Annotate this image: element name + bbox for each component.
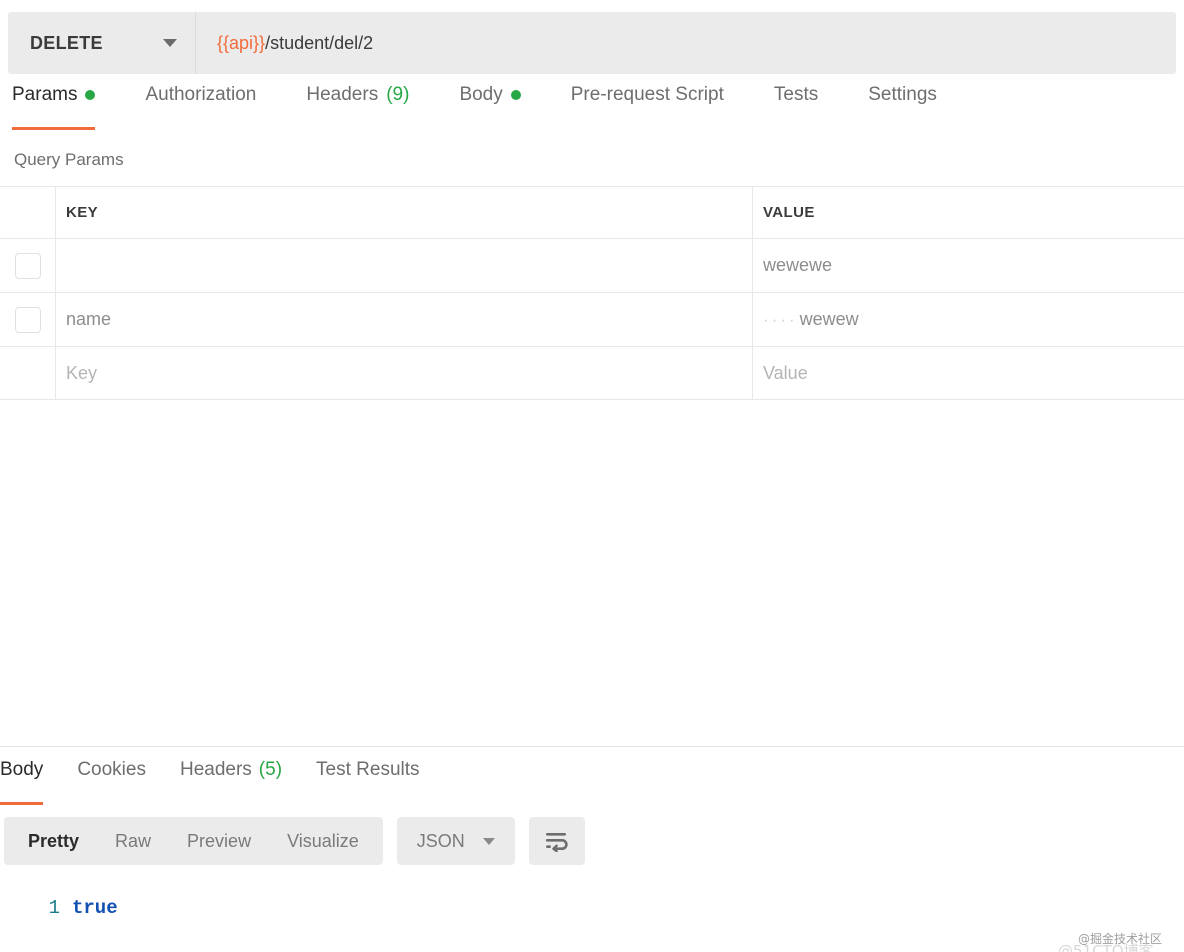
watermark-secondary: @51CTO博客 [1058,942,1154,952]
table-row: wewewe [0,238,1184,292]
watermark-primary: @掘金技术社区 [1078,932,1163,946]
response-tab-headers-count: (5) [258,759,283,780]
header-cell-checkbox [0,187,56,238]
header-cell-key: KEY [56,187,753,238]
tab-pre-request-script[interactable]: Pre-request Script [571,74,748,130]
leading-whitespace-marker: ···· [763,309,798,329]
response-language-dropdown[interactable]: JSON [396,817,515,865]
response-format-bar: Pretty Raw Preview Visualize JSON [0,805,1184,875]
line-number-gutter: 1 [48,897,60,919]
tab-pre-request-script-label: Pre-request Script [570,84,724,105]
response-tab-bar: Body Cookies Headers (5) Test Results [0,747,1184,805]
tab-params-label: Params [12,84,78,105]
row-value-text: wewewe [763,255,833,275]
response-tab-headers[interactable]: Headers (5) [180,747,282,805]
table-row: name ···· wewew [0,292,1184,346]
row-key-cell[interactable] [56,239,753,292]
row-checkbox-cell [0,239,56,292]
tab-body[interactable]: Body [459,74,544,130]
http-method-dropdown[interactable]: DELETE [8,12,196,74]
response-tab-test-results[interactable]: Test Results [316,747,419,805]
word-wrap-icon [545,833,568,852]
word-wrap-toggle[interactable] [528,817,585,865]
new-row-value-placeholder: Value [763,362,808,383]
tab-settings-label: Settings [868,84,937,105]
request-tab-bar: Params Authorization Headers (9) Body Pr… [0,74,1184,130]
response-tab-body[interactable]: Body [0,747,44,805]
url-variable-token: {{api}} [217,32,266,53]
view-raw-button[interactable]: Raw [97,817,169,865]
column-header-value: VALUE [763,204,815,221]
url-bar: DELETE {{api}}/student/del/2 [8,12,1176,74]
new-row-key-placeholder: Key [66,362,98,383]
query-params-title: Query Params [14,150,124,169]
row-value-cell[interactable]: wewewe [753,239,1184,292]
row-value-cell[interactable]: ···· wewew [753,293,1184,346]
row-checkbox-cell-empty [0,347,56,399]
response-tab-body-label: Body [0,759,44,780]
table-header-row: KEY VALUE [0,186,1184,238]
view-visualize-button[interactable]: Visualize [269,817,377,865]
view-pretty-button[interactable]: Pretty [10,817,97,865]
response-language-label: JSON [416,830,465,851]
tab-tests[interactable]: Tests [774,74,842,130]
header-cell-value: VALUE [753,187,1184,238]
chevron-down-icon [482,837,495,845]
response-tab-headers-label: Headers [179,759,252,780]
table-row-new: Key Value [0,346,1184,400]
body-modified-dot-icon [510,90,521,100]
tab-params[interactable]: Params [12,74,119,130]
http-method-label: DELETE [30,32,103,53]
tab-headers[interactable]: Headers (9) [306,74,433,130]
tab-headers-label: Headers [306,84,379,105]
chevron-down-icon [163,39,177,47]
response-body-viewer[interactable]: 1 true [0,875,1184,919]
url-path-text: /student/del/2 [265,32,374,53]
tab-tests-label: Tests [773,84,819,105]
request-url-input[interactable]: {{api}}/student/del/2 [196,12,1176,74]
tab-settings[interactable]: Settings [868,74,961,130]
row-key-cell[interactable]: name [56,293,753,346]
new-row-key-cell[interactable]: Key [56,347,753,399]
new-row-value-cell[interactable]: Value [753,347,1184,399]
tab-body-label: Body [459,84,503,105]
row-value-text: wewew [799,309,859,329]
column-header-key: KEY [66,204,99,221]
query-params-table: KEY VALUE wewewe name ···· wewew Key Val… [0,186,1184,400]
row-enable-checkbox[interactable] [14,306,41,333]
view-preview-button[interactable]: Preview [169,817,269,865]
response-pane: Body Cookies Headers (5) Test Results Pr… [0,746,1184,919]
tab-authorization-label: Authorization [145,84,257,105]
response-tab-cookies-label: Cookies [77,759,146,780]
row-checkbox-cell [0,293,56,346]
response-view-switcher: Pretty Raw Preview Visualize [4,817,383,865]
response-body-content: true [72,897,118,919]
params-modified-dot-icon [85,90,96,100]
tab-headers-count: (9) [386,84,410,105]
tab-authorization[interactable]: Authorization [145,74,280,130]
row-key-text: name [66,309,112,329]
response-tab-test-results-label: Test Results [316,759,420,780]
postman-request-view: DELETE {{api}}/student/del/2 Params Auth… [0,12,1184,952]
response-tab-cookies[interactable]: Cookies [77,747,146,805]
row-enable-checkbox[interactable] [14,252,41,279]
